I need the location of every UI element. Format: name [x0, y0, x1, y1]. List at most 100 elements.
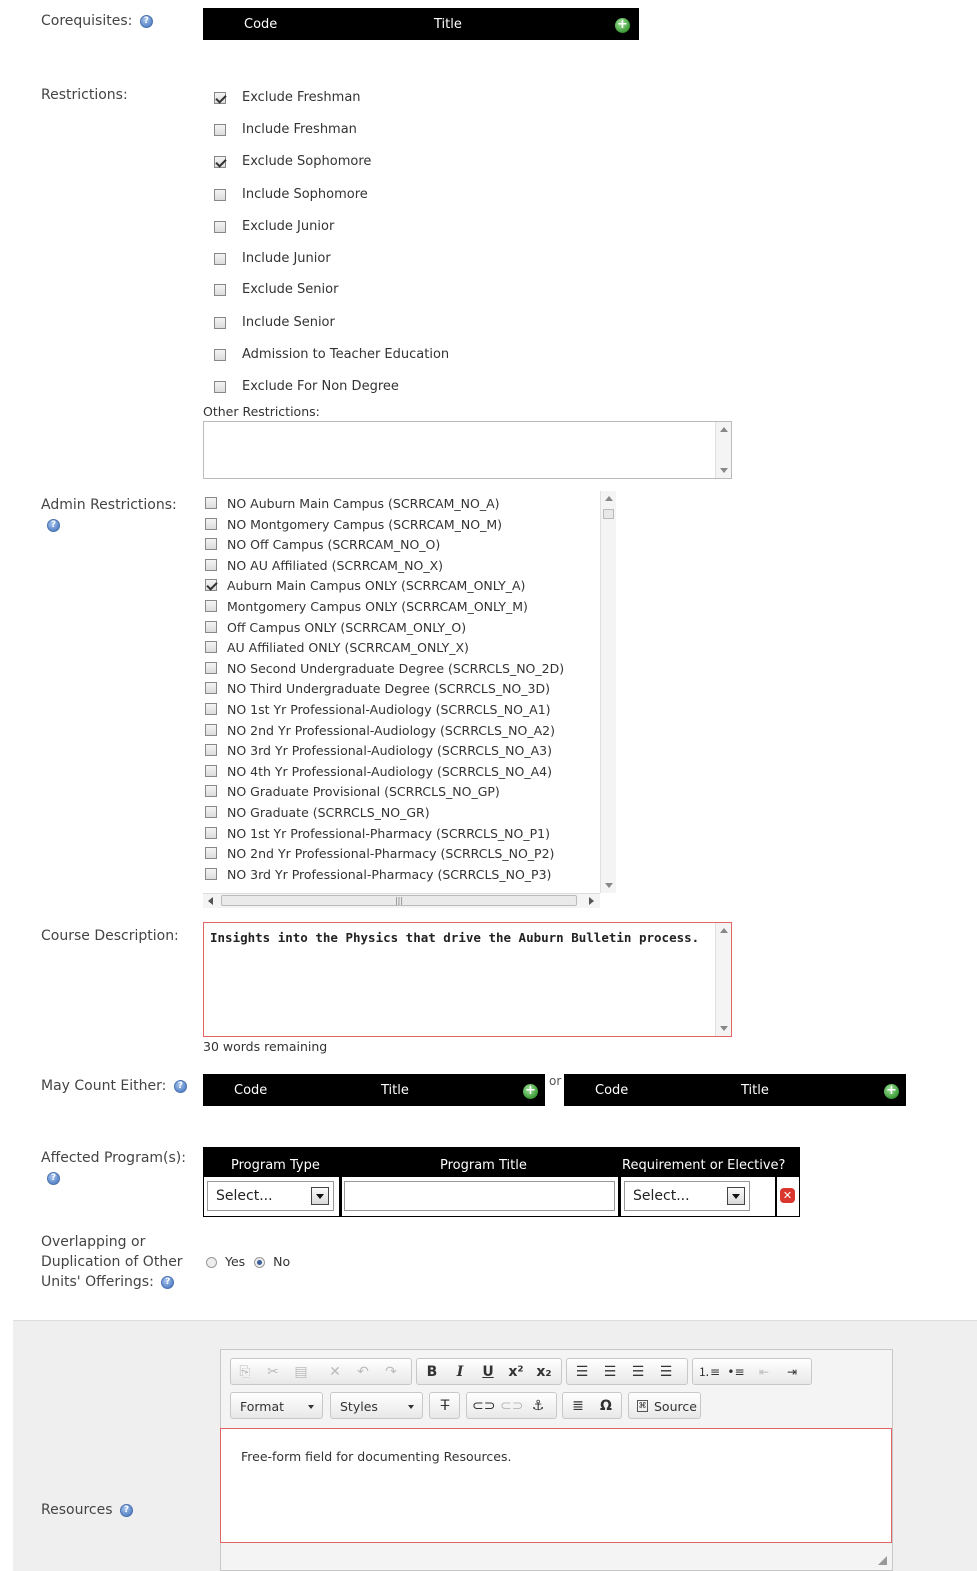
admin-restriction-label: NO Second Undergraduate Degree (SCRRCLS_… [227, 660, 565, 676]
admin-restriction-checkbox[interactable] [205, 764, 217, 777]
admin-restriction-label: NO Graduate Provisional (SCRRCLS_NO_GP) [227, 784, 500, 800]
admin-restrictions-list[interactable]: NO Auburn Main Campus (SCRRCAM_NO_A) NO M… [203, 491, 616, 909]
admin-restriction-label: Auburn Main Campus ONLY (SCRRCAM_ONLY_A) [227, 578, 526, 594]
admin-restriction-checkbox[interactable] [205, 517, 217, 530]
add-icon[interactable]: + [615, 18, 630, 33]
bulleted-list-icon[interactable]: •≡ [726, 1363, 746, 1381]
clear-format-icon[interactable]: T [435, 1397, 455, 1415]
resize-grip-icon[interactable] [878, 1556, 887, 1565]
italic-icon[interactable]: I [450, 1363, 470, 1381]
format-combo[interactable]: Format [230, 1392, 323, 1419]
hscroll-thumb[interactable]: ||| [221, 895, 577, 906]
help-icon[interactable]: ? [47, 518, 60, 532]
restriction-checkbox[interactable] [214, 92, 226, 104]
toolbar-clipboard-group: ⎘ ✂ ▤ ✕ ↶ ↷ [230, 1358, 412, 1385]
admin-restriction-checkbox[interactable] [205, 682, 217, 695]
restriction-checkbox[interactable] [214, 221, 226, 233]
admin-restrictions-scrollbar[interactable] [600, 491, 616, 893]
other-restrictions-textarea[interactable] [203, 421, 732, 479]
restriction-checkbox[interactable] [214, 253, 226, 265]
admin-restriction-checkbox[interactable] [205, 600, 217, 612]
scrollbar[interactable] [715, 923, 731, 1036]
source-button[interactable]: ⌘ Source [628, 1392, 701, 1419]
no-radio[interactable] [254, 1257, 266, 1268]
superscript-icon[interactable]: x² [506, 1363, 526, 1381]
restriction-label: Exclude Junior [242, 219, 335, 234]
help-icon[interactable]: ? [161, 1275, 175, 1289]
cut-icon[interactable]: ✂ [263, 1363, 283, 1381]
admin-restriction-checkbox[interactable] [205, 558, 217, 571]
admin-restriction-checkbox[interactable] [205, 723, 217, 736]
col-program-type: Program Type [231, 1158, 320, 1173]
resources-edit-area[interactable]: Free-form field for documenting Resource… [220, 1428, 892, 1543]
overlapping-label-line2: Duplication of Other [41, 1254, 183, 1270]
admin-restriction-label: Off Campus ONLY (SCRRCAM_ONLY_O) [227, 619, 467, 635]
numbered-list-icon[interactable]: ⒈≡ [698, 1363, 720, 1381]
resources-label: Resources ? [41, 1500, 133, 1520]
underline-icon[interactable]: U [478, 1363, 498, 1381]
outdent-icon[interactable]: ⇤ [754, 1363, 774, 1381]
admin-restriction-checkbox[interactable] [205, 826, 217, 839]
special-char-icon[interactable]: Ω [596, 1397, 616, 1415]
admin-restriction-checkbox[interactable] [205, 620, 217, 633]
requirement-select[interactable]: Select... [624, 1181, 750, 1211]
align-justify-icon[interactable]: ☰ [656, 1363, 676, 1381]
remove-format-x-icon[interactable]: ✕ [325, 1363, 345, 1381]
add-icon[interactable]: + [523, 1084, 538, 1099]
corequisites-col-title: Title [434, 17, 462, 32]
yes-radio[interactable] [206, 1257, 217, 1268]
subscript-icon[interactable]: x₂ [534, 1363, 554, 1381]
toolbar-clear-group: T [429, 1392, 460, 1419]
restriction-checkbox[interactable] [214, 349, 226, 361]
unlink-icon[interactable]: ⊂⊃ [500, 1397, 523, 1415]
overlapping-radio-group: Yes No [206, 1254, 290, 1269]
help-icon[interactable]: ? [119, 1503, 133, 1517]
add-icon[interactable]: + [884, 1084, 899, 1099]
restriction-checkbox[interactable] [214, 317, 226, 329]
paste-icon[interactable]: ▤ [291, 1363, 311, 1381]
horizontal-rule-icon[interactable]: ≣ [568, 1397, 588, 1415]
course-description-textarea[interactable]: Insights into the Physics that drive the… [203, 922, 732, 1037]
admin-restriction-checkbox[interactable] [205, 806, 217, 818]
restriction-checkbox[interactable] [214, 156, 226, 168]
admin-restriction-checkbox[interactable] [205, 847, 217, 860]
admin-restrictions-hscrollbar[interactable]: ||| [203, 893, 600, 908]
restriction-checkbox[interactable] [214, 381, 226, 393]
help-icon[interactable]: ? [139, 14, 153, 28]
bold-icon[interactable]: B [422, 1363, 442, 1381]
copy-icon[interactable]: ⎘ [235, 1363, 255, 1381]
admin-restriction-checkbox[interactable] [205, 579, 217, 592]
indent-icon[interactable]: ⇥ [782, 1363, 802, 1381]
admin-restriction-checkbox[interactable] [205, 785, 217, 798]
restriction-checkbox[interactable] [214, 189, 226, 201]
admin-restriction-checkbox[interactable] [205, 538, 217, 551]
program-type-select[interactable]: Select... [207, 1181, 334, 1211]
styles-label: Styles [340, 1399, 378, 1414]
align-center-icon[interactable]: ☰ [600, 1363, 620, 1381]
admin-restriction-checkbox[interactable] [205, 703, 217, 715]
requirement-value: Select... [633, 1188, 690, 1204]
restriction-checkbox[interactable] [214, 124, 226, 136]
chevron-down-icon[interactable] [311, 1187, 329, 1205]
restriction-checkbox[interactable] [214, 284, 226, 296]
admin-restriction-checkbox[interactable] [205, 867, 217, 880]
admin-restriction-checkbox[interactable] [205, 497, 217, 509]
program-title-input[interactable] [344, 1181, 615, 1211]
help-icon[interactable]: ? [47, 1171, 60, 1185]
scroll-thumb[interactable] [603, 509, 614, 519]
help-icon[interactable]: ? [173, 1079, 187, 1093]
anchor-icon[interactable]: ⚓ [528, 1397, 548, 1415]
link-icon[interactable]: ⊂⊃ [472, 1397, 495, 1415]
admin-restriction-checkbox[interactable] [205, 661, 217, 674]
scrollbar[interactable] [715, 422, 731, 478]
align-left-icon[interactable]: ☰ [572, 1363, 592, 1381]
chevron-down-icon[interactable] [727, 1187, 745, 1205]
remove-icon[interactable]: ✕ [780, 1188, 795, 1203]
undo-icon[interactable]: ↶ [353, 1363, 373, 1381]
align-right-icon[interactable]: ☰ [628, 1363, 648, 1381]
admin-restriction-checkbox[interactable] [205, 744, 217, 757]
styles-combo[interactable]: Styles [330, 1392, 423, 1419]
redo-icon[interactable]: ↷ [381, 1363, 401, 1381]
admin-restriction-checkbox[interactable] [205, 641, 217, 654]
overlapping-label-line3: Units' Offerings: [41, 1274, 154, 1290]
